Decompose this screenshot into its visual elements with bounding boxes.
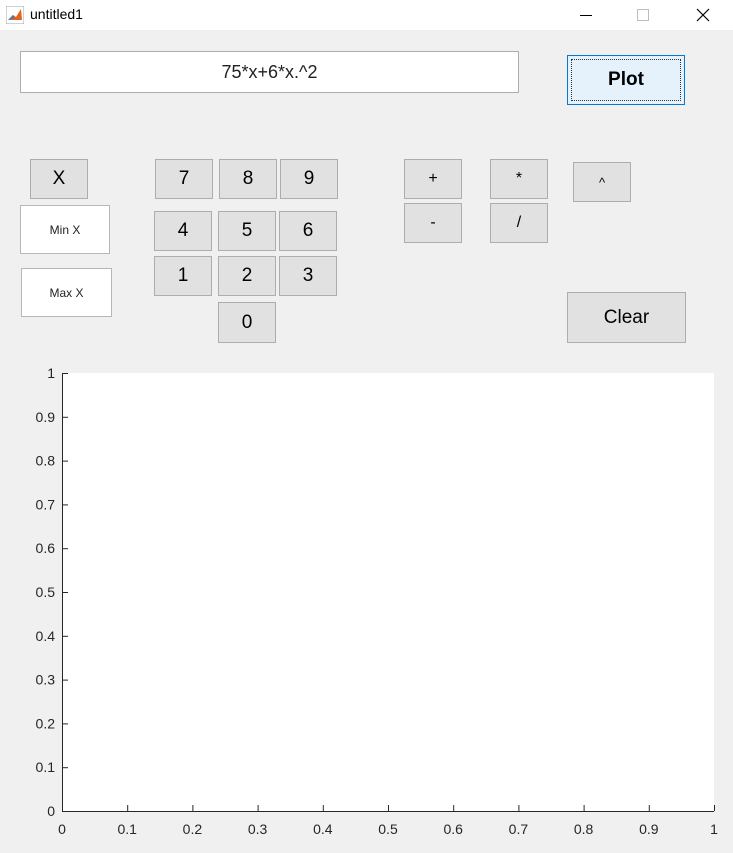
x-tick-label: 0.6 (443, 821, 463, 837)
y-tick-label: 0.6 (36, 540, 56, 556)
y-tick-label: 0.3 (36, 672, 56, 688)
x-tick-label: 0.4 (313, 821, 333, 837)
y-tick-label: 0.8 (36, 453, 56, 469)
x-tick-label: 0.1 (117, 821, 137, 837)
x-tick-label: 0 (58, 821, 66, 837)
y-tick-label: 0.9 (36, 409, 56, 425)
y-tick-label: 1 (47, 365, 55, 381)
x-tick-label: 0.3 (248, 821, 268, 837)
y-tick-label: 0.5 (36, 584, 56, 600)
x-tick-label: 0.7 (509, 821, 529, 837)
x-tick-label: 0.5 (378, 821, 398, 837)
y-tick-label: 0.1 (36, 759, 56, 775)
y-tick-label: 0 (47, 803, 55, 819)
y-tick-label: 0.4 (36, 628, 56, 644)
x-tick-label: 0.9 (639, 821, 659, 837)
plot-axes-svg: 0 0.1 0.2 0.3 0.4 0.5 0.6 0.7 0.8 0.9 1 0 0.1 0.2 0.3 0… (36, 365, 719, 837)
x-tick-label: 0.8 (574, 821, 594, 837)
y-tick-label: 0.2 (36, 715, 56, 731)
x-tick-label: 0.2 (183, 821, 203, 837)
x-tick-label: 1 (710, 821, 718, 837)
y-tick-label: 0.7 (36, 496, 56, 512)
